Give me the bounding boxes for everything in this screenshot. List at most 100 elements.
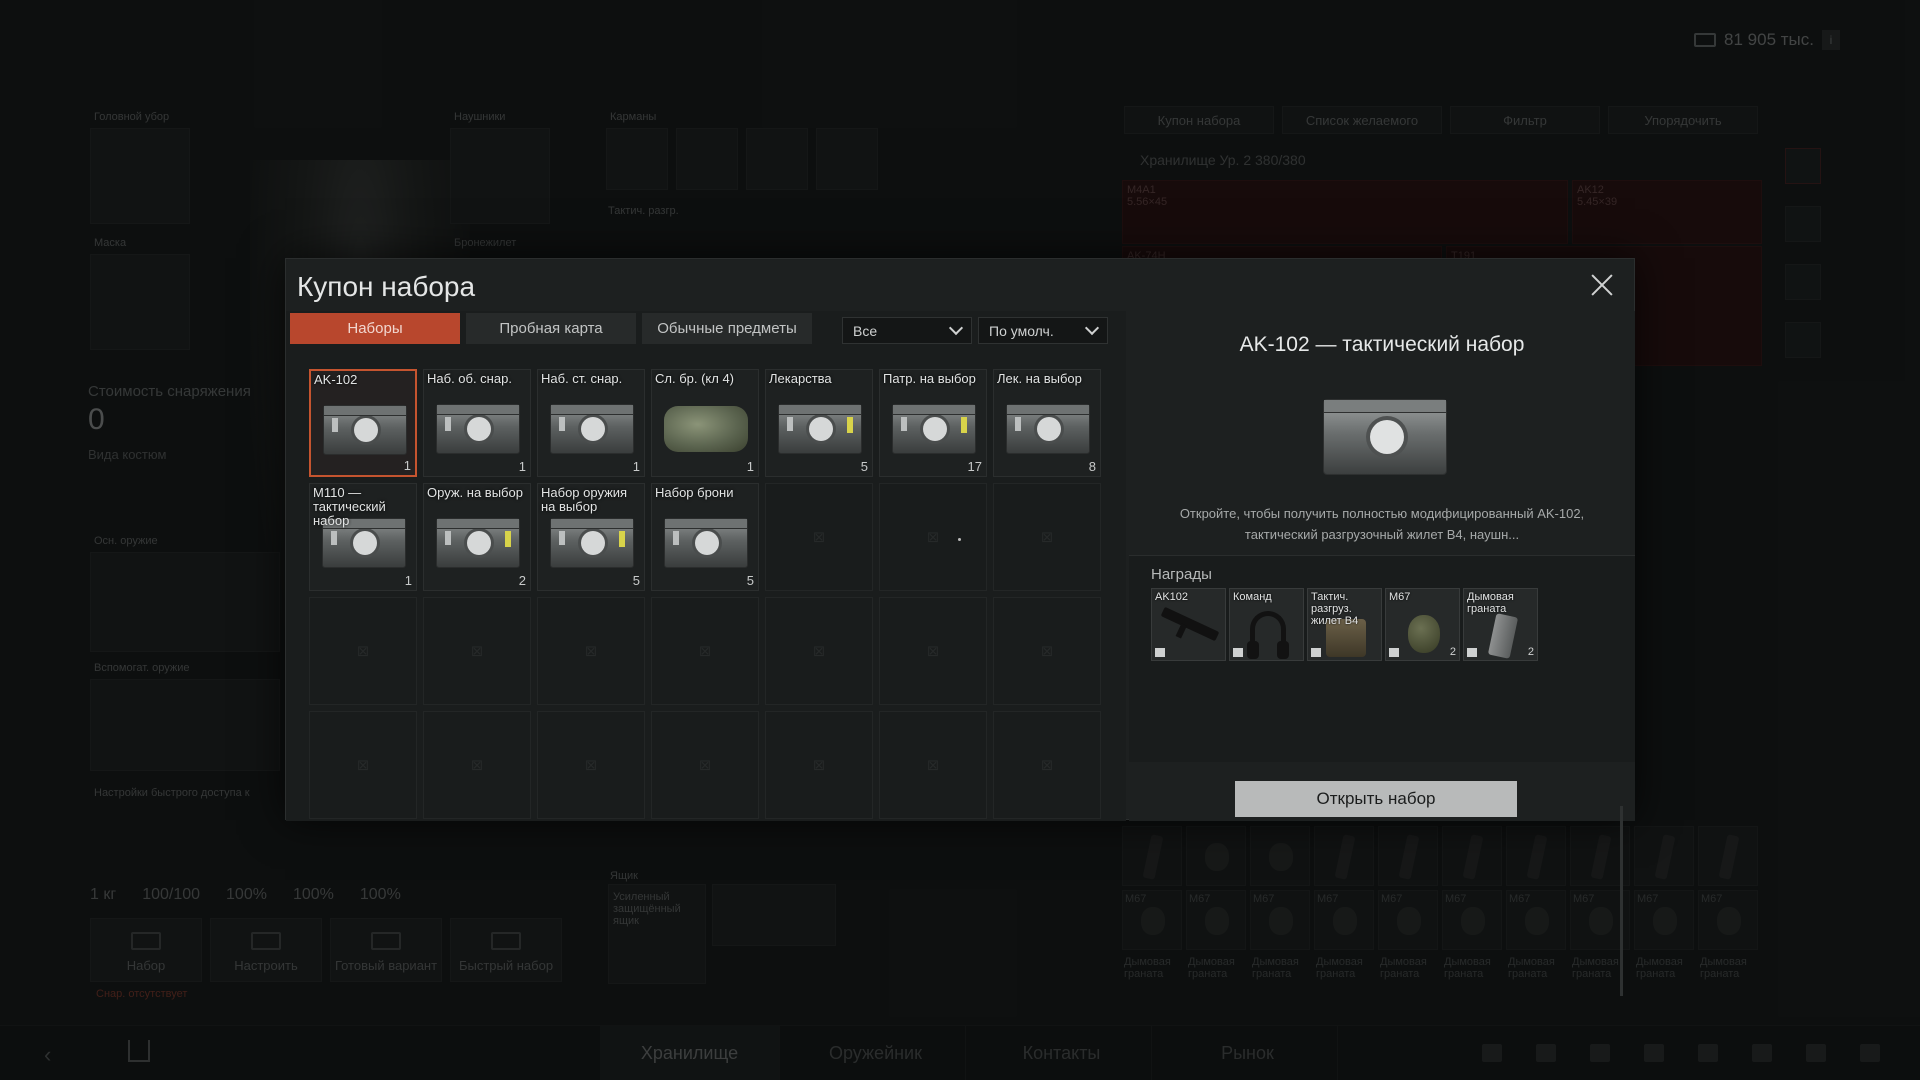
- storage-item[interactable]: M67: [1698, 890, 1758, 950]
- wishlist-button[interactable]: Список желаемого: [1282, 106, 1442, 134]
- secondary-weapon-slot[interactable]: [90, 679, 280, 771]
- preset-icon: [371, 932, 401, 950]
- kit-item[interactable]: Наб. ст. снар. 1: [537, 369, 645, 477]
- headset-icon: [1247, 611, 1289, 659]
- tasks-icon[interactable]: [1806, 1044, 1826, 1062]
- mail-icon[interactable]: [1644, 1044, 1664, 1062]
- nav-tab-market[interactable]: Рынок: [1158, 1026, 1338, 1080]
- back-icon[interactable]: ‹: [44, 1042, 51, 1068]
- box-slot-2[interactable]: [712, 884, 836, 946]
- chevron-down-icon: [948, 320, 964, 335]
- kit-item[interactable]: AK-102 1: [309, 369, 417, 477]
- mask-slot[interactable]: [90, 254, 190, 350]
- storage-item[interactable]: M67: [1122, 890, 1182, 950]
- sort-dropdown[interactable]: По умолч.: [978, 317, 1108, 344]
- storage-item[interactable]: [1442, 826, 1502, 886]
- nav-tab-armory[interactable]: Оружейник: [786, 1026, 966, 1080]
- storage-item[interactable]: [1250, 826, 1310, 886]
- kit-item[interactable]: Лекарства 5: [765, 369, 873, 477]
- home-storage-icon[interactable]: [1785, 148, 1821, 184]
- pocket-slot[interactable]: [816, 128, 878, 190]
- empty-slot: [537, 597, 645, 705]
- kit-item-name: Лек. на выбор: [997, 371, 1082, 386]
- preset-button[interactable]: Готовый вариант: [330, 918, 442, 982]
- reward-item[interactable]: Дымовая граната 2: [1463, 588, 1538, 661]
- plus-icon[interactable]: [1785, 322, 1821, 358]
- reward-item[interactable]: M67 2: [1385, 588, 1460, 661]
- filter-dropdown[interactable]: Все: [842, 317, 972, 344]
- tab-kits[interactable]: Наборы: [290, 313, 460, 344]
- info-icon[interactable]: i: [1822, 30, 1840, 50]
- kit-item-count: 1: [518, 459, 526, 474]
- box-slot[interactable]: Усиленный защищённый ящик: [608, 884, 706, 984]
- open-kit-button[interactable]: Открыть набор: [1235, 781, 1517, 817]
- kit-item[interactable]: Наб. об. снар. 1: [423, 369, 531, 477]
- nav-tab-contacts[interactable]: Контакты: [972, 1026, 1152, 1080]
- trophy-icon[interactable]: [1698, 1044, 1718, 1062]
- grenade-icon: [1717, 907, 1741, 935]
- coupon-kit-button[interactable]: Купон набора: [1124, 106, 1274, 134]
- headphones-slot[interactable]: [450, 128, 550, 224]
- storage-item[interactable]: [1506, 826, 1566, 886]
- close-icon[interactable]: [1588, 271, 1616, 299]
- kit-item[interactable]: Оруж. на выбор 2: [423, 483, 531, 591]
- primary-weapon-slot[interactable]: [90, 552, 280, 652]
- kit-item[interactable]: Набор брони 5: [651, 483, 759, 591]
- reward-item[interactable]: Тактич. разгруз. жилет B4: [1307, 588, 1382, 661]
- pocket-slot[interactable]: [676, 128, 738, 190]
- filter-button[interactable]: Фильтр: [1450, 106, 1600, 134]
- rewards-scrollbar[interactable]: [1620, 806, 1623, 996]
- kit-item[interactable]: Сл. бр. (кл 4) 1: [651, 369, 759, 477]
- notes-icon[interactable]: [1752, 1044, 1772, 1062]
- storage-item[interactable]: M67: [1378, 890, 1438, 950]
- box-icon[interactable]: [1785, 206, 1821, 242]
- storage-item[interactable]: [1698, 826, 1758, 886]
- rewards-label: Награды: [1151, 566, 1212, 583]
- sort-storage-button[interactable]: Упорядочить: [1608, 106, 1758, 134]
- missing-equipment-warning: Снар. отсутствует: [96, 988, 188, 1000]
- kit-button[interactable]: Набор: [90, 918, 202, 982]
- storage-item[interactable]: [1122, 826, 1182, 886]
- headwear-slot[interactable]: [90, 128, 190, 224]
- storage-item[interactable]: M67: [1314, 890, 1374, 950]
- storage-side-toolbar: [1785, 148, 1821, 358]
- storage-item[interactable]: [1378, 826, 1438, 886]
- gear-icon[interactable]: [1860, 1044, 1880, 1062]
- kit-item[interactable]: Набор оружия на выбор 5: [537, 483, 645, 591]
- storage-item[interactable]: [1186, 826, 1246, 886]
- profile-icon[interactable]: [1536, 1044, 1556, 1062]
- home-icon[interactable]: [128, 1040, 150, 1062]
- nav-tab-storage[interactable]: Хранилище: [600, 1026, 780, 1080]
- empty-slot: [423, 597, 531, 705]
- magazine-icon: [1718, 834, 1740, 880]
- chevron-down-icon: [1084, 320, 1100, 335]
- case-icon[interactable]: [1785, 264, 1821, 300]
- storage-weapon-card[interactable]: M4A1 5.56×45: [1122, 180, 1568, 244]
- chat-icon[interactable]: [1590, 1044, 1610, 1062]
- mask-label: Маска: [94, 237, 127, 249]
- quick-kit-button[interactable]: Быстрый набор: [450, 918, 562, 982]
- storage-item[interactable]: [1314, 826, 1374, 886]
- kit-item[interactable]: M110 — тактический набор 1: [309, 483, 417, 591]
- pocket-slot[interactable]: [746, 128, 808, 190]
- reward-item[interactable]: AK102: [1151, 588, 1226, 661]
- filter-label: Фильтр: [1503, 112, 1547, 128]
- storage-item[interactable]: M67: [1506, 890, 1566, 950]
- storage-item[interactable]: [1634, 826, 1694, 886]
- friends-icon[interactable]: [1482, 1044, 1502, 1062]
- tab-trial-card[interactable]: Пробная карта: [466, 313, 636, 344]
- configure-button[interactable]: Настроить: [210, 918, 322, 982]
- kit-item[interactable]: Патр. на выбор 17: [879, 369, 987, 477]
- storage-item[interactable]: M67: [1186, 890, 1246, 950]
- kit-item[interactable]: Лек. на выбор 8: [993, 369, 1101, 477]
- tab-regular-items[interactable]: Обычные предметы: [642, 313, 812, 344]
- kit-item-name: Оруж. на выбор: [427, 485, 523, 500]
- storage-weapon-card[interactable]: AK12 5.45×39: [1572, 180, 1762, 244]
- reward-item[interactable]: Команд: [1229, 588, 1304, 661]
- storage-item[interactable]: M67: [1634, 890, 1694, 950]
- storage-item[interactable]: M67: [1250, 890, 1310, 950]
- storage-item[interactable]: M67: [1442, 890, 1502, 950]
- pocket-slot[interactable]: [606, 128, 668, 190]
- kit-item-count: 1: [632, 459, 640, 474]
- magazine-icon: [1654, 834, 1676, 880]
